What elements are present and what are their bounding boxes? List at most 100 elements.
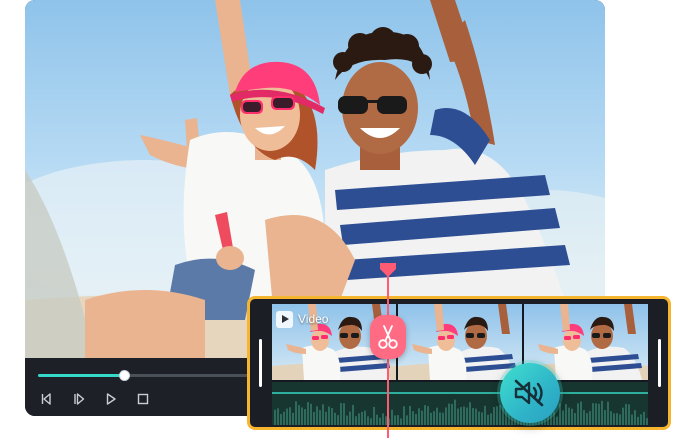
waveform-bar xyxy=(589,411,591,425)
waveform-bar xyxy=(367,416,369,425)
waveform-bar xyxy=(565,404,567,425)
waveform-bar xyxy=(427,406,429,425)
waveform-bar xyxy=(490,413,492,425)
waveform-bar xyxy=(481,412,483,425)
waveform-bar xyxy=(559,403,561,425)
waveform-bar xyxy=(592,403,594,425)
audio-waveform xyxy=(272,382,648,425)
waveform-bar xyxy=(430,412,432,425)
waveform-bar xyxy=(316,406,318,425)
waveform-bar xyxy=(616,413,618,425)
waveform-bar xyxy=(355,416,357,425)
play-button[interactable] xyxy=(103,391,119,407)
waveform-bar xyxy=(292,412,294,425)
waveform-bar xyxy=(454,399,456,425)
waveform-bar xyxy=(361,411,363,425)
stop-button[interactable] xyxy=(135,391,151,407)
waveform-bar xyxy=(469,402,471,425)
waveform-bar xyxy=(586,413,588,425)
next-frame-icon xyxy=(74,393,85,405)
waveform-bar xyxy=(286,408,288,425)
video-track-icon xyxy=(276,310,293,328)
waveform-bar xyxy=(607,401,609,425)
waveform-bar xyxy=(325,411,327,425)
stop-icon xyxy=(137,393,149,405)
waveform-bar xyxy=(382,413,384,425)
waveform-bar xyxy=(283,411,285,425)
waveform-bar xyxy=(445,407,447,425)
waveform-bar xyxy=(577,403,579,425)
playhead-marker[interactable] xyxy=(380,263,396,277)
waveform-bar xyxy=(574,413,576,425)
play-icon xyxy=(106,393,116,405)
waveform-bar xyxy=(433,411,435,425)
waveform-bar xyxy=(397,415,399,425)
waveform-bar xyxy=(412,411,414,425)
waveform-bar xyxy=(442,412,444,425)
video-track-tag: Video xyxy=(276,309,328,329)
audio-track[interactable] xyxy=(272,382,648,425)
waveform-bar xyxy=(346,415,348,425)
waveform-bar xyxy=(328,406,330,425)
waveform-bar xyxy=(448,403,450,425)
waveform-bar xyxy=(640,414,642,425)
mute-audio-button[interactable] xyxy=(500,363,560,423)
waveform-bar xyxy=(358,413,360,425)
waveform-bar xyxy=(400,418,402,425)
waveform-bar xyxy=(334,412,336,425)
waveform-bar xyxy=(451,403,453,425)
waveform-bar xyxy=(610,411,612,425)
waveform-bar xyxy=(301,407,303,425)
waveform-bar xyxy=(409,405,411,425)
waveform-bar xyxy=(274,409,276,425)
waveform-bar xyxy=(556,416,558,425)
waveform-bar xyxy=(472,408,474,425)
video-track[interactable]: Video xyxy=(272,304,648,380)
waveform-bar xyxy=(310,403,312,425)
waveform-bar xyxy=(580,401,582,425)
previous-frame-button[interactable] xyxy=(39,391,55,407)
waveform-bar xyxy=(406,415,408,425)
waveform-bar xyxy=(622,407,624,425)
waveform-bar xyxy=(478,411,480,425)
waveform-bar xyxy=(295,401,297,425)
waveform-bar xyxy=(331,407,333,425)
waveform-bar xyxy=(394,415,396,425)
waveform-bar xyxy=(337,415,339,425)
waveform-bar xyxy=(460,407,462,425)
waveform-bar xyxy=(379,417,381,425)
waveform-bar xyxy=(307,402,309,425)
waveform-bar xyxy=(562,410,564,425)
trim-handle-right[interactable] xyxy=(658,339,661,387)
progress-thumb[interactable] xyxy=(119,370,131,381)
progress-track[interactable] xyxy=(38,370,248,381)
next-frame-button[interactable] xyxy=(71,391,87,407)
waveform-bar xyxy=(418,408,420,425)
waveform-bar xyxy=(643,411,645,425)
scissors-icon xyxy=(378,325,398,349)
waveform-bar xyxy=(628,404,630,425)
waveform-bar xyxy=(298,405,300,425)
waveform-bar xyxy=(475,408,477,425)
waveform-bar xyxy=(403,406,405,425)
waveform-bar xyxy=(613,413,615,425)
waveform-bar xyxy=(436,407,438,425)
trim-handle-left[interactable] xyxy=(259,339,262,387)
waveform-bar xyxy=(568,407,570,425)
waveform-bar xyxy=(349,411,351,425)
waveform-bar xyxy=(439,412,441,425)
waveform-bar xyxy=(370,418,372,425)
waveform-bar xyxy=(601,400,603,425)
split-clip-button[interactable] xyxy=(370,315,406,359)
waveform-bar xyxy=(343,403,345,425)
waveform-bar xyxy=(313,412,315,425)
previous-frame-icon xyxy=(41,393,51,405)
waveform-bar xyxy=(304,409,306,425)
waveform-bar xyxy=(619,414,621,425)
waveform-bar xyxy=(493,406,495,425)
waveform-bar xyxy=(322,404,324,425)
waveform-bar xyxy=(421,410,423,425)
waveform-bar xyxy=(484,405,486,425)
waveform-bar xyxy=(352,404,354,425)
waveform-bar xyxy=(496,406,498,425)
